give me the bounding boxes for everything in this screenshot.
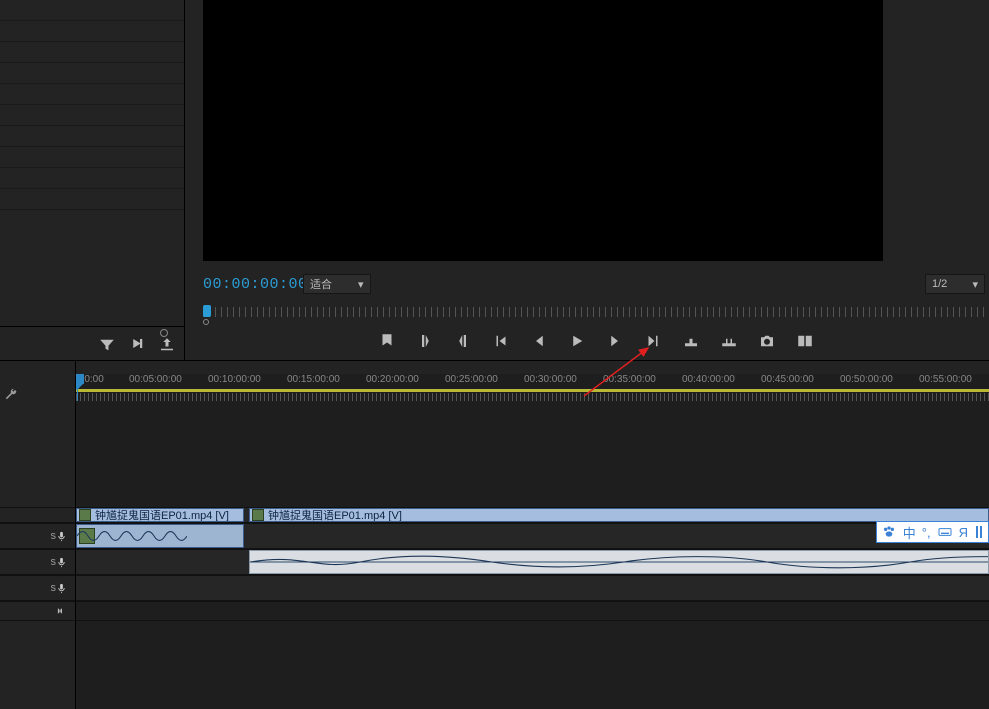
export-frame-button[interactable] bbox=[758, 332, 776, 350]
track-head-a1[interactable]: s bbox=[0, 523, 75, 549]
scrubber-playhead[interactable] bbox=[203, 305, 211, 317]
track-headers: s s s bbox=[0, 401, 76, 709]
timeline-tracks[interactable]: 钟馗捉鬼国语EP01.mp4 [V] 钟馗捉鬼国语EP01.mp4 [V] bbox=[76, 401, 989, 709]
scrub-dot-icon bbox=[203, 319, 209, 325]
ime-punct-toggle[interactable]: °, bbox=[922, 525, 931, 540]
clip-thumbnail bbox=[252, 509, 264, 521]
track-a3[interactable] bbox=[76, 575, 989, 601]
ruler-tick: 00:30:00:00 bbox=[524, 374, 577, 385]
clip-thumbnail bbox=[79, 509, 91, 521]
ime-toolbar[interactable]: 中 °, Я bbox=[876, 521, 989, 543]
wrench-icon[interactable] bbox=[4, 387, 18, 401]
zoom-fit-dropdown[interactable]: 适合 ▾ bbox=[303, 274, 371, 294]
new-item-icon[interactable] bbox=[128, 336, 146, 354]
resolution-dropdown[interactable]: 1/2 ▾ bbox=[925, 274, 985, 294]
mic-icon bbox=[56, 531, 67, 542]
project-list[interactable] bbox=[0, 0, 184, 326]
ruler-tick: 00:45:00:00 bbox=[761, 374, 814, 385]
audio-clip[interactable] bbox=[249, 550, 989, 574]
ruler-tick: 00:15:00:00 bbox=[287, 374, 340, 385]
track-a1[interactable] bbox=[76, 523, 989, 549]
go-to-in-button[interactable] bbox=[492, 332, 510, 350]
clip-thumbnail bbox=[79, 528, 95, 544]
paw-icon[interactable] bbox=[881, 524, 897, 540]
track-head-master[interactable] bbox=[0, 601, 75, 621]
ruler-tick: 00:55:00:00 bbox=[919, 374, 972, 385]
sync-lock-icon bbox=[53, 604, 67, 618]
ruler-tick: 00:20:00:00 bbox=[366, 374, 419, 385]
track-head-v1[interactable] bbox=[0, 507, 75, 523]
fit-label: 适合 bbox=[310, 276, 332, 292]
filter-icon[interactable] bbox=[98, 336, 116, 354]
track-master[interactable] bbox=[76, 601, 989, 621]
ime-mode-toggle[interactable]: 中 bbox=[903, 523, 916, 542]
mark-out-button[interactable] bbox=[454, 332, 472, 350]
comparison-view-button[interactable] bbox=[796, 332, 814, 350]
add-marker-button[interactable] bbox=[378, 332, 396, 350]
mark-in-button[interactable] bbox=[416, 332, 434, 350]
export-icon[interactable] bbox=[158, 336, 176, 354]
chevron-down-icon: ▾ bbox=[358, 278, 364, 291]
ruler-tick: 00:10:00:00 bbox=[208, 374, 261, 385]
ruler-tick: 00:35:00:00 bbox=[603, 374, 656, 385]
keyboard-icon[interactable] bbox=[937, 524, 953, 540]
track-head-a2[interactable]: s bbox=[0, 549, 75, 575]
timeline-panel: :00:00 00:05:00:00 00:10:00:00 00:15:00:… bbox=[0, 360, 989, 709]
ruler-tick: 00:05:00:00 bbox=[129, 374, 182, 385]
go-to-out-button[interactable] bbox=[644, 332, 662, 350]
preview-viewport[interactable] bbox=[203, 0, 883, 261]
track-head-a3[interactable]: s bbox=[0, 575, 75, 601]
timeline-tools-header bbox=[0, 361, 76, 401]
clip-label: 钟馗捉鬼国语EP01.mp4 [V] bbox=[268, 508, 402, 522]
ruler-tick: 00:40:00:00 bbox=[682, 374, 735, 385]
ruler-tick: 00:50:00:00 bbox=[840, 374, 893, 385]
transport-controls bbox=[203, 326, 989, 360]
project-panel bbox=[0, 0, 185, 360]
video-clip[interactable]: 钟馗捉鬼国语EP01.mp4 [V] bbox=[249, 508, 989, 522]
mic-icon bbox=[56, 583, 67, 594]
extract-button[interactable] bbox=[720, 332, 738, 350]
track-v1[interactable]: 钟馗捉鬼国语EP01.mp4 [V] 钟馗捉鬼国语EP01.mp4 [V] bbox=[76, 507, 989, 523]
timeline-ruler[interactable]: :00:00 00:05:00:00 00:10:00:00 00:15:00:… bbox=[76, 361, 989, 401]
clip-label: 钟馗捉鬼国语EP01.mp4 [V] bbox=[95, 508, 229, 522]
resolution-label: 1/2 bbox=[932, 278, 947, 290]
ruler-tick: 00:25:00:00 bbox=[445, 374, 498, 385]
monitor-scrubber[interactable] bbox=[203, 305, 985, 319]
waveform-icon bbox=[250, 551, 989, 573]
program-monitor: 00:00:00:00 适合 ▾ 1/2 ▾ bbox=[185, 0, 989, 360]
timeline-playhead[interactable] bbox=[77, 374, 78, 401]
chevron-down-icon: ▾ bbox=[972, 278, 978, 291]
ime-user-icon[interactable]: Я bbox=[959, 525, 968, 540]
track-a2[interactable] bbox=[76, 549, 989, 575]
lift-button[interactable] bbox=[682, 332, 700, 350]
video-clip[interactable]: 钟馗捉鬼国语EP01.mp4 [V] bbox=[76, 508, 244, 522]
play-button[interactable] bbox=[568, 332, 586, 350]
playhead-timecode[interactable]: 00:00:00:00 bbox=[203, 276, 285, 293]
step-forward-button[interactable] bbox=[606, 332, 624, 350]
mic-icon bbox=[56, 557, 67, 568]
ime-more-icon[interactable] bbox=[974, 524, 984, 540]
audio-clip[interactable] bbox=[76, 524, 244, 548]
step-back-button[interactable] bbox=[530, 332, 548, 350]
